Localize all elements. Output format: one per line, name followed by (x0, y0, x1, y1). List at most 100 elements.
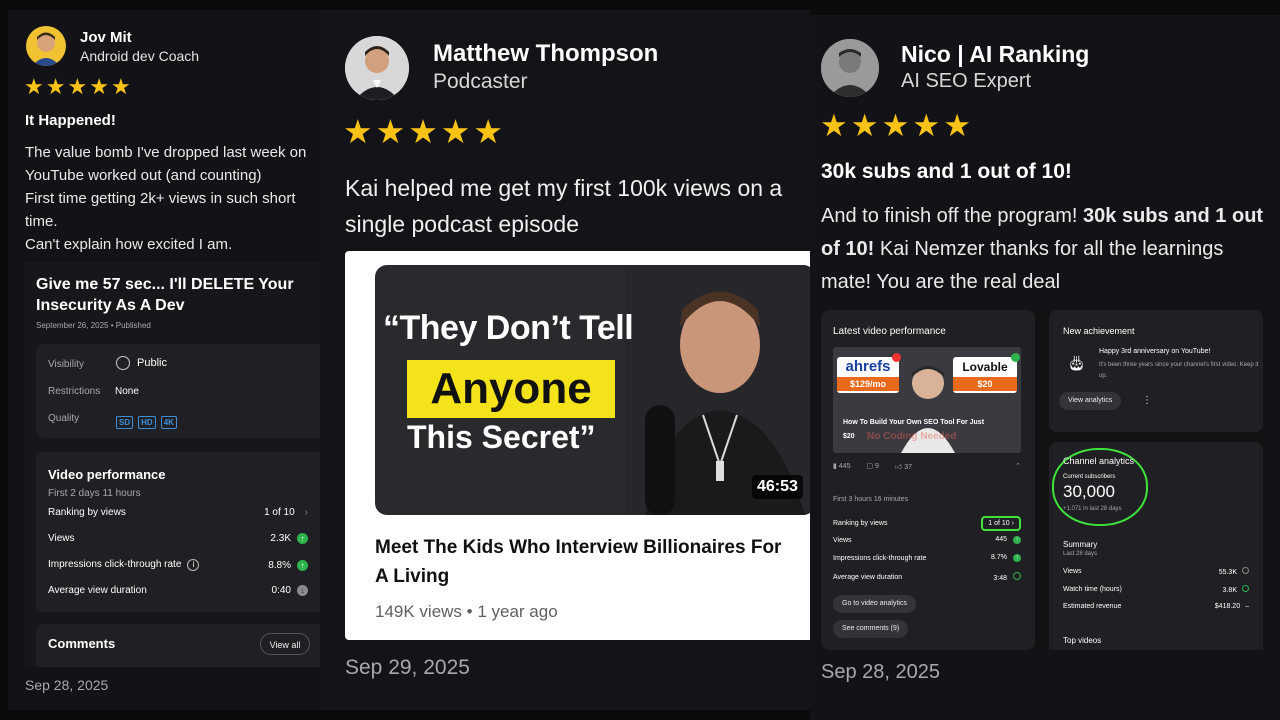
stat-row[interactable]: Ranking by views 1 of 10 › (48, 507, 308, 518)
latest-video-panel: Latest video performance ahrefs $129/mo … (821, 310, 1035, 650)
ahrefs-logo: ahrefs $129/mo (837, 357, 899, 393)
video-meta: 149K views • 1 year ago (375, 602, 558, 621)
stat-value: 445 ↑ (995, 536, 1021, 544)
thumbs-up-icon: 👍︎ (894, 464, 905, 471)
testimonial-card-jov: Jov Mit Android dev Coach ★ ★ ★ ★ ★ It H… (8, 10, 320, 710)
star-rating: ★ ★ ★ ★ ★ (343, 115, 503, 148)
stat-row: Average view duration 0:40 ↓ (48, 585, 308, 596)
likes-stat: 👍︎ 37 (894, 464, 913, 471)
summary-row: Watch time (hours) 3.8K (1063, 585, 1249, 594)
view-all-button[interactable]: View all (260, 633, 310, 655)
review-text: Kai Nemzer thanks for all the learnings … (821, 238, 1224, 293)
info-icon[interactable]: i (187, 559, 200, 571)
panel-title: New achievement (1063, 326, 1135, 336)
stat-label: Average view duration (833, 573, 903, 581)
star-rating: ★ ★ ★ ★ ★ (24, 76, 131, 98)
review-line: First time getting 2k+ views in such sho… (25, 190, 296, 207)
reviewer-name: Nico | AI Ranking (901, 41, 1090, 67)
summary-label: Views (1063, 568, 1082, 575)
top-videos-title: Top videos (1063, 636, 1102, 645)
review-line: time. (25, 213, 58, 230)
star-icon: ★ (943, 108, 971, 143)
achievement-panel: New achievement 🎂︎ Happy 3rd anniversary… (1049, 310, 1263, 432)
check-circle-icon (1242, 585, 1249, 592)
comment-icon: ▢ (866, 463, 876, 470)
chevron-right-icon: › (1011, 520, 1014, 527)
review-date: Sep 28, 2025 (821, 661, 940, 683)
panel-title: Latest video performance (833, 326, 946, 337)
arrow-up-icon: ↑ (297, 533, 308, 544)
brand-text: ahrefs (845, 358, 891, 375)
stat-row[interactable]: Ranking by views 1 of 10 › (833, 516, 1021, 531)
see-comments-button[interactable]: See comments (9) (833, 620, 909, 638)
star-icon: ★ (408, 113, 438, 150)
check-badge-icon (1011, 353, 1020, 362)
video-card[interactable]: “They Don’t Tell Anyone This Secret” 46:… (345, 251, 810, 640)
ranking-highlight: 1 of 10 › (981, 516, 1021, 531)
stat-row: Views 445 ↑ (833, 536, 1021, 544)
stat-value: 8.8% ↑ (268, 559, 308, 571)
view-analytics-button[interactable]: View analytics (1059, 392, 1122, 410)
video-title: Give me 57 sec... I'll DELETE Your Insec… (36, 276, 294, 314)
stat-row: Impressions click-through rate i 8.8% ↑ (48, 559, 308, 571)
quality-badge: 4K (160, 416, 177, 429)
thumbnail-text-2: Anyone (407, 360, 615, 418)
thumbnail-caption: $20 (843, 433, 855, 440)
more-options-icon[interactable]: ⋮ (803, 529, 810, 551)
latest-thumbnail[interactable]: ahrefs $129/mo Lovable $20 How To Build … (833, 347, 1021, 453)
avatar (345, 36, 409, 100)
video-stats: ▮ 445 ▢ 9 👍︎ 37 ⌃ (833, 462, 1021, 471)
review-body: And to finish off the program! 30k subs … (821, 200, 1266, 299)
avatar (821, 39, 879, 97)
arrow-up-icon: ↑ (1013, 536, 1021, 544)
stat-label: Ranking by views (833, 520, 888, 527)
review-line: YouTube worked out (and counting) (25, 167, 262, 184)
review-headline: It Happened! (25, 112, 116, 129)
chevron-right-icon: › (304, 507, 308, 518)
star-icon: ★ (24, 74, 44, 99)
panel-subtitle: First 3 hours 16 minutes (833, 496, 909, 503)
star-icon: ★ (881, 108, 910, 143)
channel-analytics-panel: Channel analytics Current subscribers 30… (1049, 442, 1263, 650)
go-to-analytics-button[interactable]: Go to video analytics (833, 595, 916, 613)
more-vertical-icon[interactable]: ⋮ (1142, 395, 1152, 406)
thumbnail-text-1: “They Don’t Tell (383, 309, 634, 347)
summary-value: 3.8K (1223, 585, 1249, 594)
summary-label: Estimated revenue (1063, 603, 1122, 610)
summary-row: Estimated revenue $418.20– (1063, 603, 1249, 610)
thumbnail-caption: How To Build Your Own SEO Tool For Just (843, 419, 985, 426)
video-performance-panel: Video performance First 2 days 11 hours … (36, 452, 320, 612)
chevron-up-icon[interactable]: ⌃ (1015, 462, 1021, 471)
arrow-down-icon: ↓ (297, 585, 308, 596)
panel-title: Comments (48, 636, 116, 651)
stat-label: Ranking by views (48, 507, 126, 518)
star-icon: ★ (912, 108, 941, 143)
star-icon: ★ (89, 74, 109, 99)
video-title[interactable]: Meet The Kids Who Interview Billionaires… (375, 533, 795, 591)
globe-icon (116, 356, 130, 370)
detail-label: Visibility (48, 359, 84, 370)
summary-value: 55.3K (1219, 567, 1249, 576)
star-icon: ★ (473, 113, 503, 150)
summary-subtitle: Last 28 days (1063, 551, 1098, 557)
panel-title: Video performance (48, 467, 166, 482)
panel-subtitle: First 2 days 11 hours (48, 488, 141, 499)
comments-stat: ▢ 9 (866, 463, 879, 470)
reviewer-role: AI SEO Expert (901, 70, 1032, 92)
comments-panel: Comments View all (36, 624, 320, 667)
stat-label: Impressions click-through rate i (48, 559, 200, 571)
avatar (26, 26, 66, 66)
reviewer-role: Podcaster (433, 70, 528, 93)
stat-label: Views (48, 533, 75, 544)
brand-text: Lovable (962, 360, 1008, 374)
cake-icon: 🎂︎ (1067, 355, 1087, 372)
publish-date: September 26, 2025 • Published (36, 321, 151, 330)
star-rating: ★ ★ ★ ★ ★ (820, 110, 971, 141)
lovable-logo: Lovable $20 (953, 357, 1017, 393)
review-line: The value bomb I've dropped last week on (25, 144, 307, 161)
quality-badges: SD HD 4K (116, 412, 182, 430)
detail-value: Public (137, 357, 167, 369)
video-thumbnail[interactable]: “They Don’t Tell Anyone This Secret” 46:… (375, 265, 810, 515)
review-body: The value bomb I've dropped last week on… (25, 141, 306, 256)
summary-title: Summary (1063, 540, 1098, 549)
